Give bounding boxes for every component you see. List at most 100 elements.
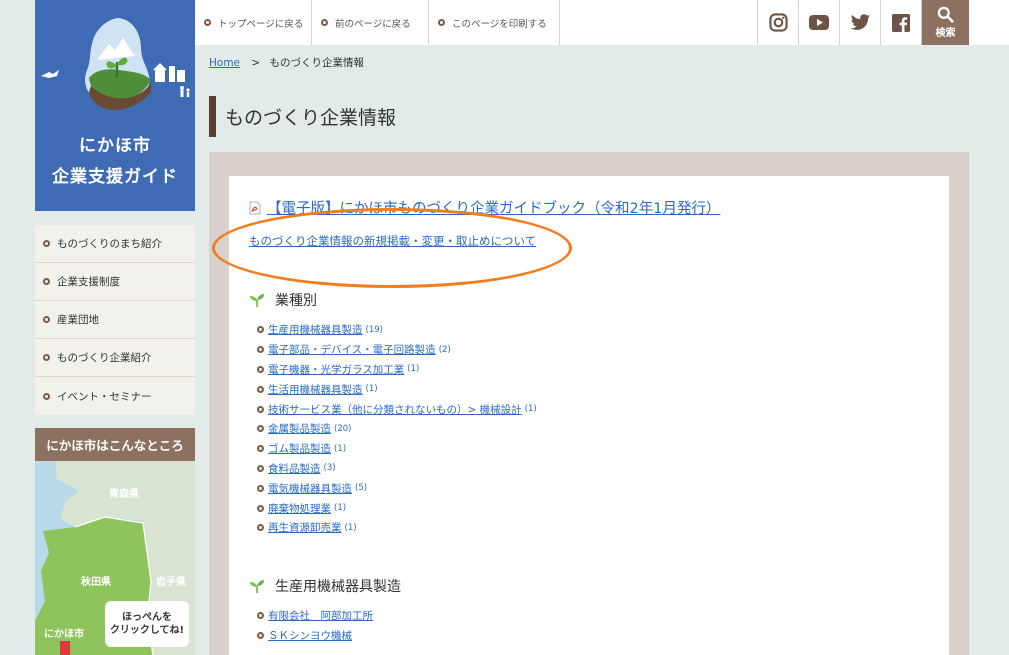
sidebar-item-industrial-park[interactable]: 産業団地 bbox=[35, 301, 195, 339]
company-link[interactable]: ＳＫシンヨウ機械 bbox=[268, 628, 352, 643]
sidebar-item-label: 企業支援制度 bbox=[57, 276, 120, 288]
company-link[interactable]: 有限会社 阿部加工所 bbox=[268, 608, 373, 623]
listing-notice-link[interactable]: ものづくり企業情報の新規掲載・変更・取止めについて bbox=[249, 233, 536, 249]
bullet-icon bbox=[257, 365, 264, 373]
company-list: 有限会社 阿部加工所 ＳＫシンヨウ機械 bbox=[257, 605, 373, 645]
category-link[interactable]: 電気機械器具製造 bbox=[268, 481, 352, 496]
sprout-icon bbox=[250, 580, 264, 593]
map-label-nikaho: にかほ市 bbox=[44, 629, 84, 640]
breadcrumb-current: ものづくり企業情報 bbox=[269, 57, 365, 69]
sidebar-item-monozukuri-town[interactable]: ものづくりのまち紹介 bbox=[35, 225, 195, 263]
breadcrumb: Home > ものづくり企業情報 bbox=[209, 55, 364, 70]
map-bubble-line1: ほっぺんを bbox=[122, 612, 172, 623]
sidebar-item-support-system[interactable]: 企業支援制度 bbox=[35, 263, 195, 301]
category-count: (5) bbox=[355, 483, 368, 494]
bullet-icon bbox=[257, 425, 264, 433]
category-link[interactable]: 技術サービス業（他に分類されないもの）> 機械設計 bbox=[268, 402, 522, 417]
pdf-guidebook-link[interactable]: 【電子版】にかほ市ものづくり企業ガイドブック（令和2年1月発行） bbox=[249, 197, 720, 218]
bullet-icon bbox=[438, 19, 445, 26]
bullet-icon bbox=[257, 504, 264, 512]
region-map[interactable]: 青森県 秋田県 岩手県 にかほ市 ほっぺんを クリックしてね! bbox=[35, 461, 195, 655]
pdf-guidebook-label: 【電子版】にかほ市ものづくり企業ガイドブック（令和2年1月発行） bbox=[267, 201, 721, 217]
logo-illustration bbox=[41, 18, 190, 110]
location-pin-icon bbox=[60, 641, 70, 655]
category-link[interactable]: 電子部品・デバイス・電子回路製造 bbox=[268, 342, 436, 357]
industry-category-list: 生産用機械器具製造 (19) 電子部品・デバイス・電子回路製造 (2) 電子機器・光… bbox=[257, 320, 537, 538]
sidebar-item-label: 産業団地 bbox=[57, 314, 99, 326]
category-count: (20) bbox=[334, 423, 352, 434]
category-link[interactable]: 再生資源卸売業 bbox=[268, 520, 342, 535]
bullet-icon bbox=[43, 240, 50, 247]
page-title: ものづくり企業情報 bbox=[209, 96, 396, 137]
twitter-button[interactable] bbox=[839, 0, 880, 45]
bullet-icon bbox=[321, 19, 328, 26]
back-previous-link[interactable]: 前のページに戻る bbox=[312, 0, 429, 45]
category-link[interactable]: 金属製品製造 bbox=[268, 421, 331, 436]
bullet-icon bbox=[257, 346, 264, 354]
section-title: 業種別 bbox=[275, 293, 317, 309]
instagram-icon bbox=[768, 13, 788, 32]
breadcrumb-home-link[interactable]: Home bbox=[209, 57, 240, 69]
sidebar-menu: ものづくりのまち紹介 企業支援制度 産業団地 ものづくり企業紹介 イベント・セミ… bbox=[35, 225, 195, 415]
category-link[interactable]: 電子機器・光学ガラス加工業 bbox=[268, 362, 404, 377]
youtube-button[interactable] bbox=[798, 0, 839, 45]
bullet-icon bbox=[257, 385, 264, 393]
list-item: ゴム製品製造 (1) bbox=[257, 439, 537, 459]
sidebar-item-company-intro[interactable]: ものづくり企業紹介 bbox=[35, 339, 195, 377]
logo-title-line1: にかほ市 bbox=[79, 136, 151, 156]
bullet-icon bbox=[43, 278, 50, 285]
list-item: 生産用機械器具製造 (19) bbox=[257, 320, 537, 340]
list-item: 電子機器・光学ガラス加工業 (1) bbox=[257, 360, 537, 380]
pdf-icon bbox=[249, 201, 261, 214]
bullet-icon bbox=[257, 445, 264, 453]
map-heading: にかほ市はこんなところ bbox=[35, 428, 195, 461]
list-item: 技術サービス業（他に分類されないもの）> 機械設計 (1) bbox=[257, 399, 537, 419]
bullet-icon bbox=[43, 392, 50, 400]
print-page-link[interactable]: このページを印刷する bbox=[429, 0, 560, 45]
list-item: 再生資源卸売業 (1) bbox=[257, 518, 537, 538]
sidebar-item-label: ものづくりのまち紹介 bbox=[57, 238, 162, 250]
category-link[interactable]: 生産用機械器具製造 bbox=[268, 322, 363, 337]
page-title-text: ものづくり企業情報 bbox=[225, 107, 397, 129]
map-bubble-line2: クリックしてね! bbox=[109, 625, 185, 636]
map-speech-bubble: ほっぺんを クリックしてね! bbox=[105, 601, 189, 647]
back-to-top-label: トップページに戻る bbox=[218, 18, 304, 30]
category-count: (1) bbox=[334, 443, 347, 454]
category-link[interactable]: 食料品製造 bbox=[268, 461, 321, 476]
search-button[interactable]: 検索 bbox=[922, 0, 969, 45]
breadcrumb-separator: > bbox=[251, 57, 261, 69]
sidebar-item-events[interactable]: イベント・セミナー bbox=[35, 377, 195, 415]
list-item: 食料品製造 (3) bbox=[257, 459, 537, 479]
youtube-icon bbox=[809, 15, 829, 30]
map-label-akita: 秋田県 bbox=[81, 577, 111, 588]
instagram-button[interactable] bbox=[757, 0, 798, 45]
list-item: 金属製品製造 (20) bbox=[257, 419, 537, 439]
list-item: 生活用機械器具製造 (1) bbox=[257, 379, 537, 399]
category-count: (1) bbox=[344, 522, 357, 533]
back-to-top-link[interactable]: トップページに戻る bbox=[195, 0, 312, 45]
section-heading-industry: 業種別 bbox=[249, 290, 317, 310]
category-count: (1) bbox=[334, 503, 347, 514]
map-label-iwate: 岩手県 bbox=[156, 577, 186, 588]
bullet-icon bbox=[257, 326, 264, 334]
bullet-icon bbox=[43, 316, 50, 323]
category-link[interactable]: 廃棄物処理業 bbox=[268, 501, 331, 516]
site-logo[interactable]: にかほ市 企業支援ガイド bbox=[35, 0, 195, 211]
category-count: (1) bbox=[407, 364, 420, 375]
category-count: (2) bbox=[438, 344, 451, 355]
search-label: 検索 bbox=[935, 28, 956, 39]
list-item: ＳＫシンヨウ機械 bbox=[257, 625, 373, 645]
search-icon bbox=[937, 6, 954, 23]
category-link[interactable]: 生活用機械器具製造 bbox=[268, 382, 363, 397]
top-bar: トップページに戻る 前のページに戻る このページを印刷する bbox=[195, 0, 1009, 45]
bullet-icon bbox=[257, 631, 264, 639]
sidebar-item-label: イベント・セミナー bbox=[57, 390, 152, 403]
twitter-icon bbox=[850, 13, 870, 30]
category-link[interactable]: ゴム製品製造 bbox=[268, 441, 331, 456]
facebook-button[interactable] bbox=[880, 0, 921, 45]
category-count: (19) bbox=[365, 324, 383, 335]
logo-title: にかほ市 企業支援ガイド bbox=[35, 131, 195, 193]
logo-title-line2: 企業支援ガイド bbox=[52, 167, 178, 187]
bullet-icon bbox=[43, 354, 50, 361]
bullet-icon bbox=[257, 464, 264, 472]
